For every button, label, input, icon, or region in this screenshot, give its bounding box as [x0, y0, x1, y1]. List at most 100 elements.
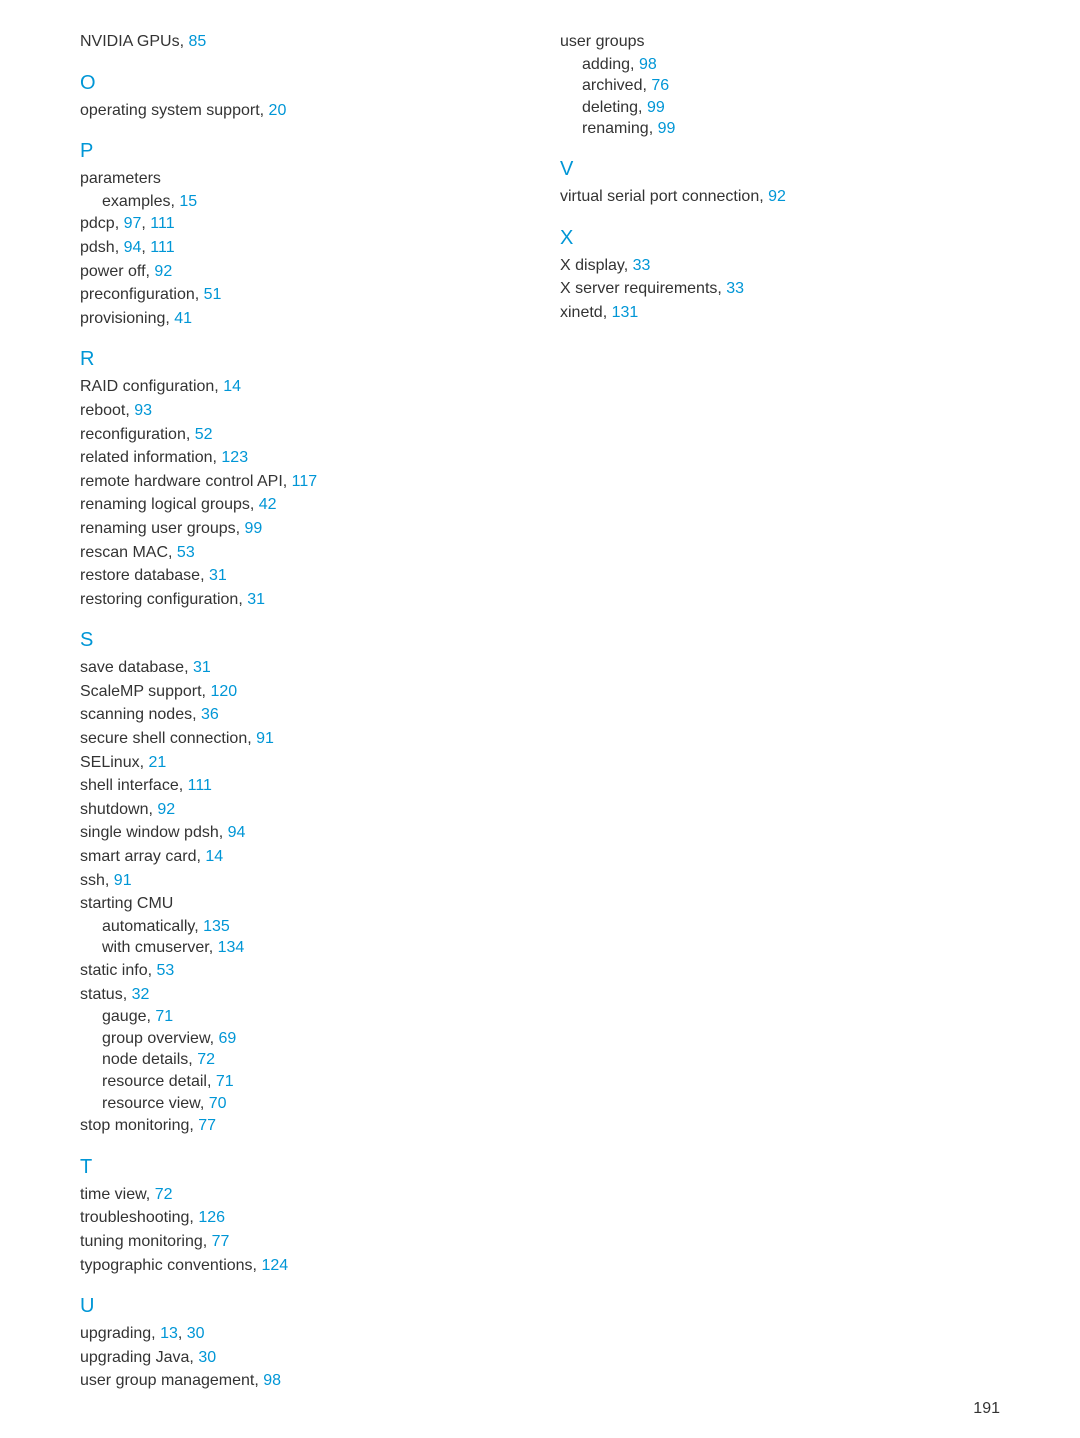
page-ref[interactable]: 111 — [150, 215, 174, 232]
index-entry: parameters — [80, 168, 520, 190]
entry-term: renaming user groups, — [80, 520, 245, 537]
page-ref[interactable]: 30 — [187, 1325, 205, 1342]
page-ref[interactable]: 85 — [188, 33, 206, 50]
entry-term: stop monitoring, — [80, 1117, 198, 1134]
page-ref[interactable]: 51 — [204, 286, 222, 303]
entry-term: pdcp, — [80, 215, 124, 232]
page-ref[interactable]: 20 — [269, 102, 287, 119]
entry-term: renaming, — [582, 120, 658, 137]
index-entry: restoring configuration, 31 — [80, 589, 520, 611]
page-ref[interactable]: 31 — [193, 659, 211, 676]
page-ref[interactable]: 92 — [154, 263, 172, 280]
section-heading: P — [80, 140, 520, 163]
page-ref[interactable]: 99 — [647, 99, 665, 116]
page-ref[interactable]: 21 — [148, 754, 166, 771]
index-entry: deleting, 99 — [582, 97, 1000, 119]
entry-term: related information, — [80, 449, 221, 466]
page-ref[interactable]: 52 — [195, 426, 213, 443]
section-heading: V — [560, 158, 1000, 181]
entry-term: static info, — [80, 962, 156, 979]
page-ref[interactable]: 92 — [157, 801, 175, 818]
index-entry: tuning monitoring, 77 — [80, 1231, 520, 1253]
index-entry: troubleshooting, 126 — [80, 1207, 520, 1229]
index-entry: ssh, 91 — [80, 870, 520, 892]
entry-term: parameters — [80, 170, 161, 187]
index-entry: adding, 98 — [582, 54, 1000, 76]
page-ref[interactable]: 31 — [209, 567, 227, 584]
section-heading: R — [80, 348, 520, 371]
entry-term: ScaleMP support, — [80, 683, 210, 700]
page-ref[interactable]: 77 — [198, 1117, 216, 1134]
page-ref[interactable]: 71 — [216, 1073, 234, 1090]
page-ref[interactable]: 111 — [188, 777, 212, 794]
entry-term: automatically, — [102, 918, 203, 935]
page-ref[interactable]: 134 — [218, 939, 245, 956]
page-ref[interactable]: 126 — [198, 1209, 225, 1226]
entry-term: operating system support, — [80, 102, 269, 119]
entry-term: xinetd, — [560, 304, 612, 321]
entry-term: RAID configuration, — [80, 378, 223, 395]
entry-term: upgrading Java, — [80, 1349, 198, 1366]
page-ref[interactable]: 71 — [155, 1008, 173, 1025]
index-entry: automatically, 135 — [102, 916, 520, 938]
page-ref[interactable]: 13 — [160, 1325, 178, 1342]
page-ref[interactable]: 42 — [259, 496, 277, 513]
page-ref[interactable]: 14 — [223, 378, 241, 395]
index-entry: SELinux, 21 — [80, 752, 520, 774]
page-ref[interactable]: 76 — [651, 77, 669, 94]
page-ref[interactable]: 97 — [124, 215, 142, 232]
page-ref[interactable]: 111 — [150, 239, 174, 256]
page-ref[interactable]: 33 — [633, 257, 651, 274]
index-entry: operating system support, 20 — [80, 100, 520, 122]
index-entry: rescan MAC, 53 — [80, 542, 520, 564]
page-ref[interactable]: 53 — [177, 544, 195, 561]
page-ref[interactable]: 117 — [292, 473, 318, 490]
page-ref[interactable]: 31 — [247, 591, 265, 608]
page-ref[interactable]: 93 — [134, 402, 152, 419]
page-ref[interactable]: 14 — [205, 848, 223, 865]
page-ref[interactable]: 69 — [219, 1030, 237, 1047]
page-ref[interactable]: 41 — [174, 310, 192, 327]
index-entry: related information, 123 — [80, 447, 520, 469]
page-ref[interactable]: 72 — [155, 1186, 173, 1203]
entry-term: resource detail, — [102, 1073, 216, 1090]
page-ref[interactable]: 123 — [221, 449, 248, 466]
entry-term: scanning nodes, — [80, 706, 201, 723]
index-entry: time view, 72 — [80, 1184, 520, 1206]
page-ref[interactable]: 131 — [612, 304, 639, 321]
entry-term: virtual serial port connection, — [560, 188, 768, 205]
entry-term: shutdown, — [80, 801, 157, 818]
page-ref[interactable]: 98 — [639, 56, 657, 73]
page-ref[interactable]: 77 — [212, 1233, 230, 1250]
page-ref[interactable]: 120 — [210, 683, 237, 700]
page-ref[interactable]: 33 — [726, 280, 744, 297]
index-column-left: NVIDIA GPUs, 85Ooperating system support… — [80, 30, 520, 1408]
page-ref[interactable]: 124 — [261, 1257, 288, 1274]
page-ref[interactable]: 32 — [132, 986, 150, 1003]
index-entry: ScaleMP support, 120 — [80, 681, 520, 703]
index-entry: with cmuserver, 134 — [102, 937, 520, 959]
page-ref[interactable]: 99 — [658, 120, 676, 137]
index-entry: secure shell connection, 91 — [80, 728, 520, 750]
page-ref[interactable]: 53 — [156, 962, 174, 979]
page-ref[interactable]: 99 — [245, 520, 263, 537]
page-ref[interactable]: 15 — [179, 193, 197, 210]
page-ref[interactable]: 91 — [114, 872, 132, 889]
page-ref[interactable]: 30 — [198, 1349, 216, 1366]
index-entry: X server requirements, 33 — [560, 278, 1000, 300]
page-ref[interactable]: 36 — [201, 706, 219, 723]
page-ref[interactable]: 98 — [263, 1372, 281, 1389]
index-entry: reconfiguration, 52 — [80, 424, 520, 446]
page-ref[interactable]: 91 — [256, 730, 274, 747]
section-heading: X — [560, 227, 1000, 250]
page-ref[interactable]: 92 — [768, 188, 786, 205]
entry-term: user groups — [560, 33, 645, 50]
entry-term: secure shell connection, — [80, 730, 256, 747]
page-ref[interactable]: 135 — [203, 918, 230, 935]
entry-term: X server requirements, — [560, 280, 726, 297]
page-ref[interactable]: 94 — [228, 824, 246, 841]
page-ref[interactable]: 94 — [124, 239, 142, 256]
page-ref[interactable]: 72 — [197, 1051, 215, 1068]
page-ref[interactable]: 70 — [209, 1095, 227, 1112]
index-column-right: user groupsadding, 98archived, 76deletin… — [560, 30, 1000, 1408]
